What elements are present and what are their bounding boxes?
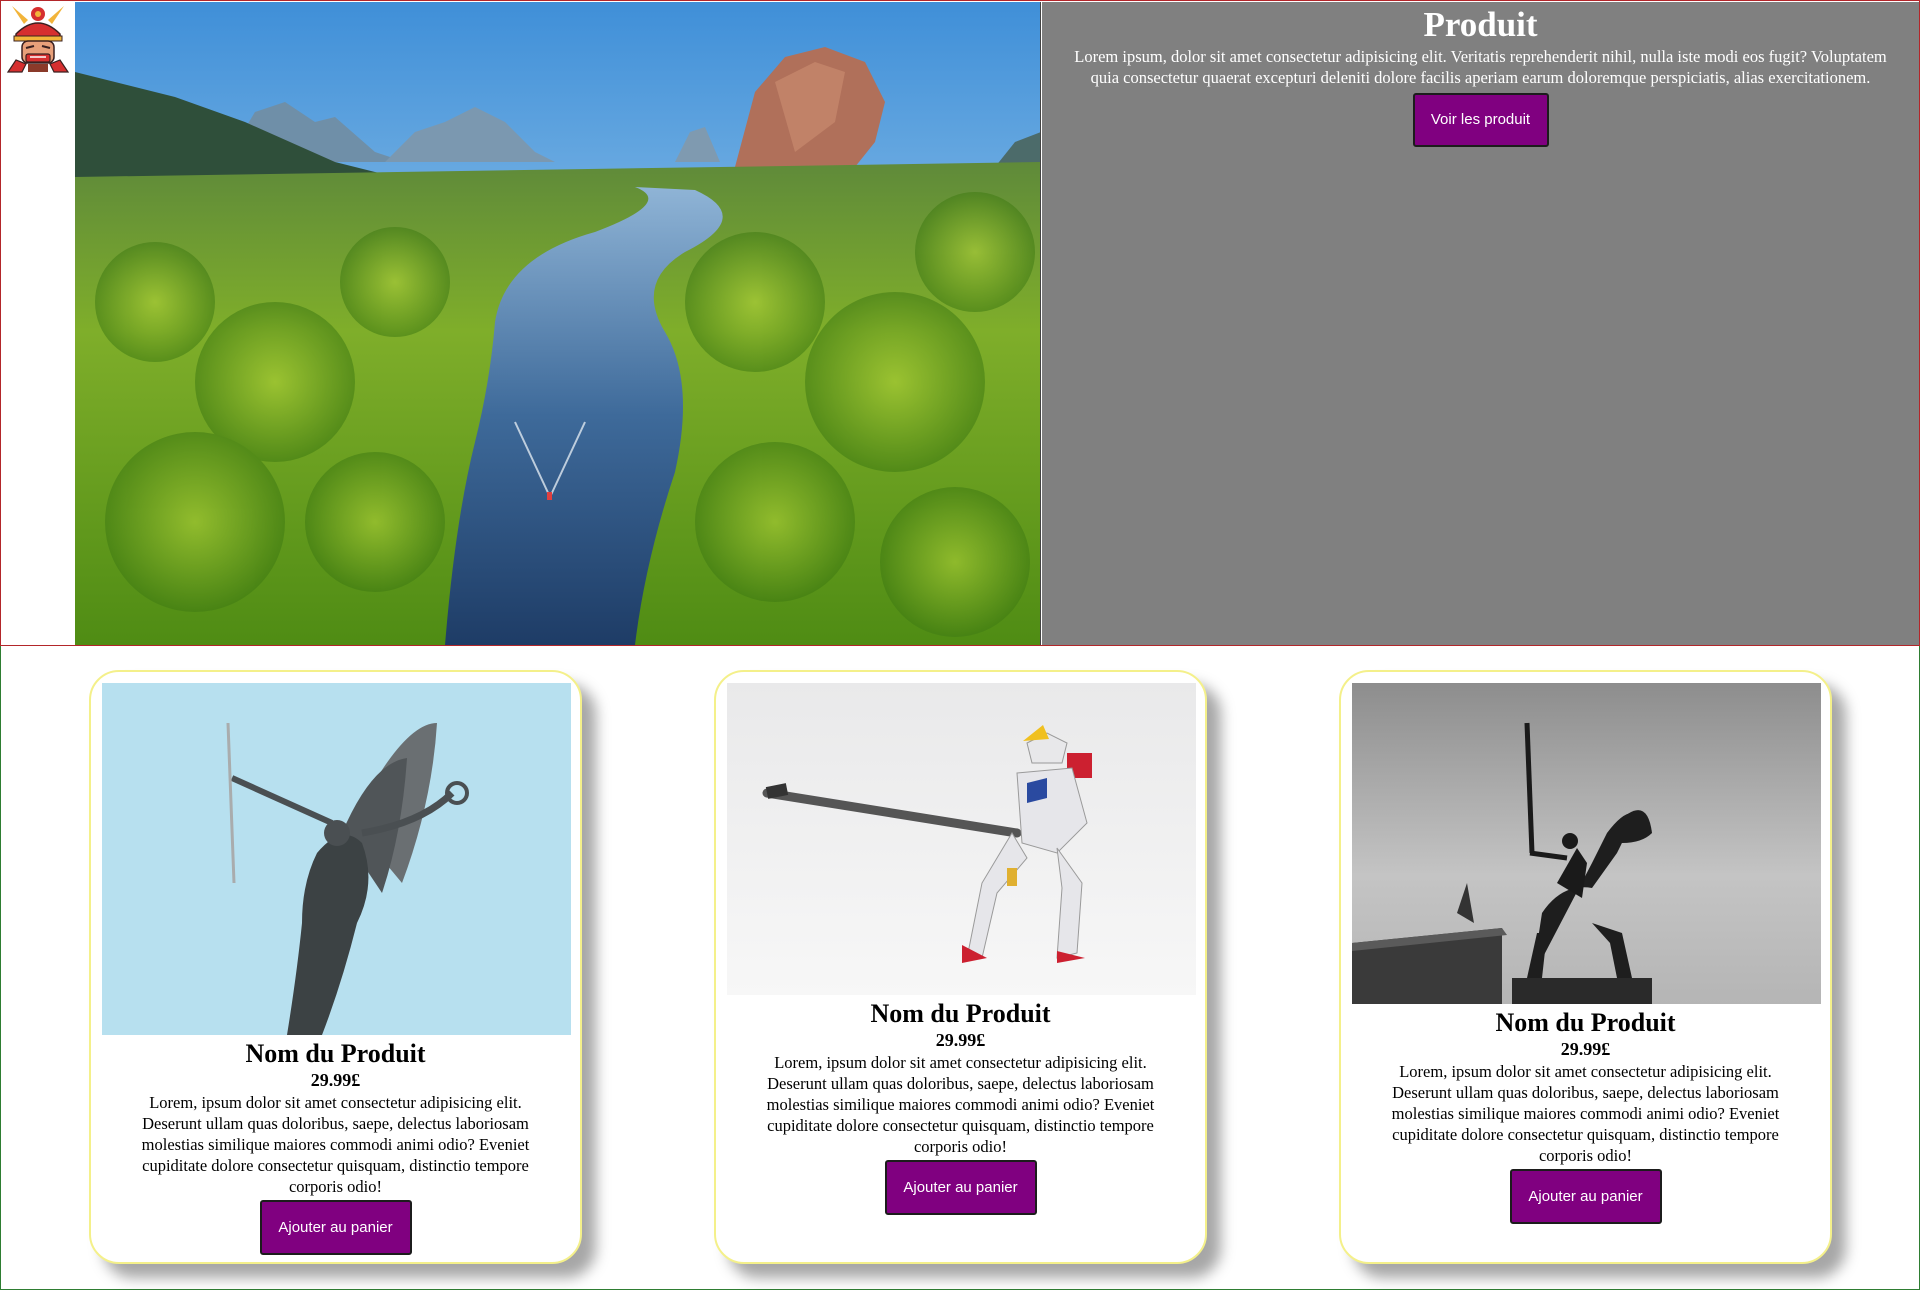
add-to-cart-button[interactable]: Ajouter au panier — [884, 1160, 1037, 1215]
product-description: Lorem, ipsum dolor sit amet consectetur … — [1391, 1062, 1780, 1165]
product-name: Nom du Produit — [1495, 1008, 1676, 1037]
add-to-cart-button[interactable]: Ajouter au panier — [1509, 1169, 1662, 1224]
hero-image — [75, 2, 1041, 645]
view-products-button[interactable]: Voir les produit — [1412, 93, 1549, 147]
product-name: Nom du Produit — [245, 1039, 426, 1068]
product-image — [727, 683, 1196, 995]
hero-section: Produit Lorem ipsum, dolor sit amet cons… — [0, 0, 1920, 646]
product-price: 29.99£ — [1560, 1039, 1611, 1059]
product-image — [102, 683, 571, 1035]
products-section: Nom du Produit 29.99£ Lorem, ipsum dolor… — [0, 646, 1920, 1290]
product-card: Nom du Produit 29.99£ Lorem, ipsum dolor… — [714, 670, 1207, 1264]
product-card: Nom du Produit 29.99£ Lorem, ipsum dolor… — [89, 670, 582, 1264]
samurai-mask-icon[interactable] — [2, 2, 74, 74]
hero-description: Lorem ipsum, dolor sit amet consectetur … — [1074, 47, 1887, 87]
product-image — [1352, 683, 1821, 1004]
hero-info-panel: Produit Lorem ipsum, dolor sit amet cons… — [1042, 2, 1919, 645]
product-name: Nom du Produit — [870, 999, 1051, 1028]
product-description: Lorem, ipsum dolor sit amet consectetur … — [141, 1093, 530, 1196]
product-price: 29.99£ — [310, 1070, 361, 1090]
product-description: Lorem, ipsum dolor sit amet consectetur … — [766, 1053, 1155, 1156]
product-price: 29.99£ — [935, 1030, 986, 1050]
hero-title: Produit — [1423, 5, 1538, 44]
product-card: Nom du Produit 29.99£ Lorem, ipsum dolor… — [1339, 670, 1832, 1264]
add-to-cart-button[interactable]: Ajouter au panier — [259, 1200, 412, 1255]
